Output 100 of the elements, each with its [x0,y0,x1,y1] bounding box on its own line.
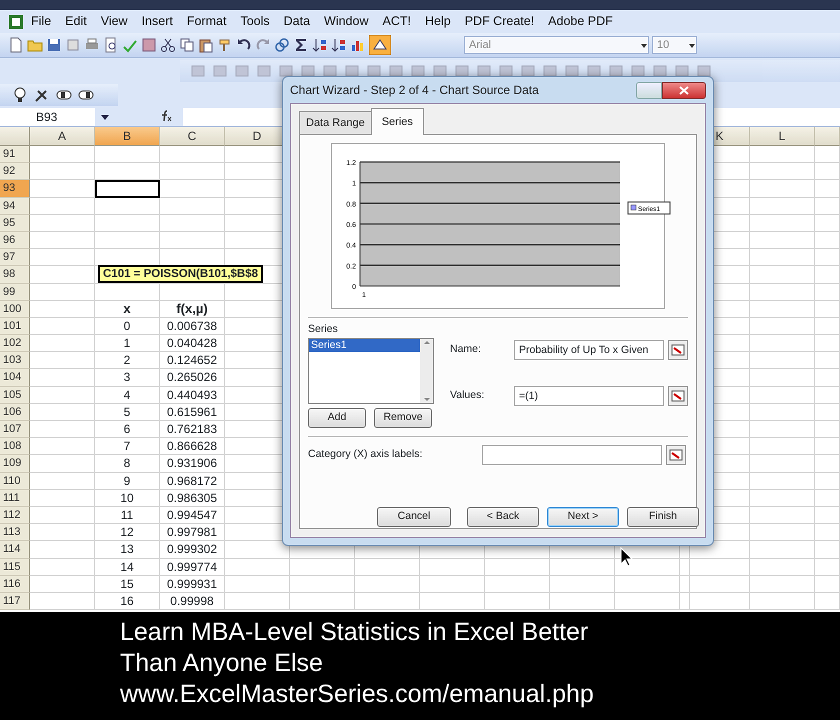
series-list[interactable]: Series1 [308,338,434,404]
column-header[interactable]: C [160,127,225,146]
tab[interactable]: Series [370,108,424,135]
table-cell: x [95,300,160,318]
table-cell: 13 [95,541,160,558]
row-header[interactable]: 103 [0,352,30,370]
input-field[interactable]: Probability of Up To x Given [514,340,664,360]
table-cell: 14 [95,558,160,576]
row-header[interactable]: 98 [0,266,30,284]
table-cell: 0.931906 [160,455,225,473]
row-header[interactable]: 100 [0,300,30,318]
table-cell: 0.040428 [160,335,225,352]
table-cell: 0.999302 [160,541,225,558]
row-header[interactable]: 110 [0,472,30,490]
table-cell: 7 [95,438,160,456]
list-button[interactable]: Add [308,408,366,428]
menu-item[interactable]: Help [418,10,458,33]
row-header[interactable]: 105 [0,386,30,404]
row-header[interactable]: 92 [0,163,30,180]
row-header[interactable]: 112 [0,506,30,524]
menu-item[interactable]: Tools [233,10,277,33]
row-header[interactable]: 106 [0,404,30,421]
table-cell: 6 [95,421,160,438]
table-cell: 0.999774 [160,558,225,576]
field-label: Name: [450,342,482,357]
table-cell: 0.006738 [160,318,225,336]
caption-text: Than Anyone Else [120,648,324,679]
menu-item[interactable]: ACT! [376,10,418,33]
menu-item[interactable]: File [24,10,58,33]
table-cell: f(x,µ) [160,300,225,318]
row-header[interactable]: 93 [0,180,30,198]
menu-item[interactable]: Data [276,10,318,33]
table-cell: 5 [95,404,160,421]
list-button[interactable]: Remove [374,408,432,428]
section-label: Series [308,322,339,337]
dialog-title: Chart Wizard - Step 2 of 4 - Chart Source Data [290,82,539,99]
row-header[interactable]: 115 [0,558,30,576]
table-cell: 0.615961 [160,404,225,421]
row-header[interactable]: 109 [0,455,30,473]
menu-item[interactable]: Format [180,10,234,33]
table-cell: 0.994547 [160,506,225,524]
table-cell: 2 [95,352,160,370]
table-cell: 15 [95,576,160,593]
row-header[interactable]: 95 [0,214,30,232]
row-header[interactable]: 114 [0,541,30,558]
row-header[interactable]: 116 [0,576,30,593]
row-header[interactable]: 97 [0,249,30,266]
menu-item[interactable]: Window [317,10,376,33]
table-cell: 0.997981 [160,524,225,542]
table-cell: 0.440493 [160,386,225,404]
table-cell: 9 [95,472,160,490]
table-cell: 0.124652 [160,352,225,370]
dialog-button[interactable]: Finish [627,507,699,527]
row-header[interactable]: 111 [0,490,30,507]
table-cell: 0.968172 [160,472,225,490]
column-header[interactable]: L [750,127,815,146]
table-cell: 16 [95,592,160,610]
dialog-button[interactable]: Cancel [377,507,451,527]
table-cell: 0.762183 [160,421,225,438]
table-cell: 12 [95,524,160,542]
row-header[interactable]: 102 [0,335,30,352]
field-label: Category (X) axis labels: [308,446,424,462]
table-cell: 0.99998 [160,592,225,610]
table-cell: 0.986305 [160,490,225,507]
row-header[interactable]: 94 [0,198,30,215]
table-cell: 1 [95,335,160,352]
menu-item[interactable]: View [94,10,135,33]
row-header[interactable]: 113 [0,524,30,542]
table-cell: 0 [95,318,160,336]
row-header[interactable]: 117 [0,592,30,610]
menu-item[interactable]: PDF Create! [458,10,542,33]
dialog-button[interactable]: Next > [547,507,619,527]
table-cell: 8 [95,455,160,473]
field-label: Values: [450,388,486,403]
row-header[interactable]: 104 [0,369,30,387]
table-cell: 0.866628 [160,438,225,456]
dialog-button[interactable]: < Back [467,507,539,527]
menu-item[interactable]: Adobe PDF [541,10,620,33]
menu-item[interactable]: Insert [134,10,180,33]
caption-text: www.ExcelMasterSeries.com/emanual.php [120,679,595,710]
column-header[interactable]: B [95,127,160,146]
row-header[interactable]: 96 [0,232,30,250]
table-cell: 0.265026 [160,369,225,387]
name-box[interactable]: B93 [0,108,95,126]
column-header[interactable]: A [30,127,95,146]
table-cell: 10 [95,490,160,507]
row-header[interactable]: 91 [0,146,30,164]
caption-text: Learn MBA-Level Statistics in Excel Better [120,617,590,648]
tab[interactable]: Data Range [299,110,372,134]
input-field[interactable]: =(1) [514,386,664,406]
row-header[interactable]: 99 [0,284,30,301]
row-header[interactable]: 107 [0,421,30,438]
table-cell: 3 [95,369,160,387]
row-header[interactable]: 101 [0,318,30,336]
table-cell: 4 [95,386,160,404]
menu-item[interactable]: Edit [58,10,94,33]
row-header[interactable]: 108 [0,438,30,456]
list-item[interactable]: Series1 [309,338,420,352]
table-cell: 0.999931 [160,576,225,593]
table-cell: 11 [95,506,160,524]
